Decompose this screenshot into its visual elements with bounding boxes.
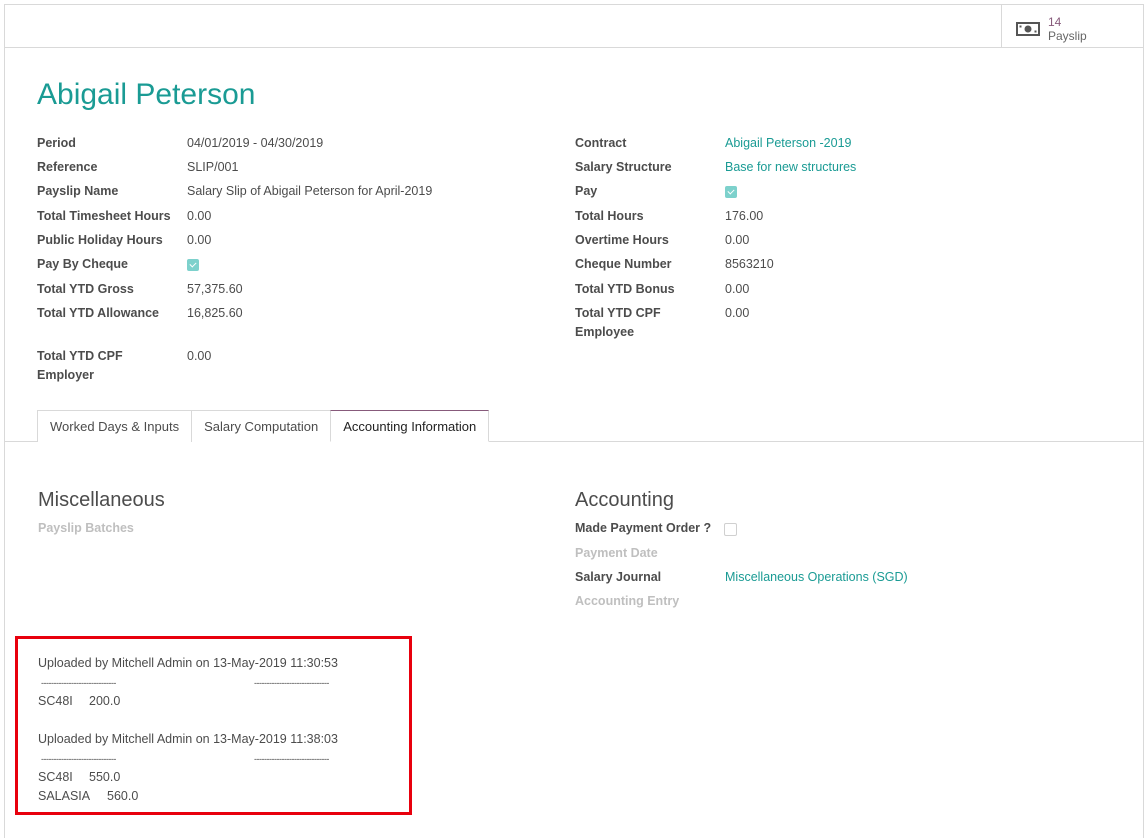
salary-structure-label: Salary Structure <box>575 160 672 174</box>
tab-salary-computation[interactable]: Salary Computation <box>191 410 332 442</box>
payslip-batches-label: Payslip Batches <box>38 521 134 535</box>
ytd-cpf-employee-value[interactable]: 0.00 <box>725 304 749 323</box>
tab-accounting-information[interactable]: Accounting Information <box>330 410 490 442</box>
total-hours-label: Total Hours <box>575 209 644 223</box>
upload-1-amount: 200.0 <box>89 694 121 708</box>
pay-by-cheque-label: Pay By Cheque <box>37 257 129 271</box>
separator-dashes: ------------------------------ <box>41 678 116 688</box>
payment-order-checkbox[interactable] <box>724 523 737 536</box>
upload-2-code-1: SC48I <box>38 770 73 784</box>
ytd-allowance-label: Total YTD Allowance <box>37 306 160 320</box>
ytd-cpf-employee-label-line1: Total YTD CPF <box>575 306 661 320</box>
holiday-hours-label: Public Holiday Hours <box>37 233 163 247</box>
payslip-name-label: Payslip Name <box>37 184 119 198</box>
ytd-cpf-employee-label-line2: Employee <box>575 325 635 339</box>
upload-note-1: Uploaded by Mitchell Admin on 13-May-201… <box>38 656 338 670</box>
money-icon <box>1016 22 1040 36</box>
pay-label: Pay <box>575 184 598 198</box>
accounting-title: Accounting <box>575 489 674 511</box>
miscellaneous-title: Miscellaneous <box>38 489 165 511</box>
ytd-cpf-employer-value[interactable]: 0.00 <box>187 347 211 366</box>
ytd-gross-label: Total YTD Gross <box>37 282 134 296</box>
salary-journal-link[interactable]: Miscellaneous Operations (SGD) <box>725 568 908 587</box>
period-value[interactable]: 04/01/2019 - 04/30/2019 <box>187 134 323 153</box>
payment-date-label: Payment Date <box>575 546 658 560</box>
contract-link[interactable]: Abigail Peterson -2019 <box>725 134 851 153</box>
upload-2-amount-1: 550.0 <box>89 770 121 784</box>
upload-1-code: SC48I <box>38 694 73 708</box>
timesheet-hours-value[interactable]: 0.00 <box>187 207 211 226</box>
salary-journal-label: Salary Journal <box>575 570 662 584</box>
ytd-allowance-value[interactable]: 16,825.60 <box>187 304 243 323</box>
ytd-bonus-label: Total YTD Bonus <box>575 282 675 296</box>
cheque-number-label: Cheque Number <box>575 257 672 271</box>
ytd-bonus-value[interactable]: 0.00 <box>725 280 749 299</box>
employee-name-title: Abigail Peterson <box>37 78 256 111</box>
payment-order-label: Made Payment Order ? <box>575 521 712 535</box>
period-label: Period <box>37 136 76 150</box>
ytd-gross-value[interactable]: 57,375.60 <box>187 280 243 299</box>
separator-dashes: ------------------------------ <box>254 754 329 764</box>
separator-dashes: ------------------------------ <box>254 678 329 688</box>
pay-checkbox[interactable] <box>725 186 737 198</box>
upload-note-2: Uploaded by Mitchell Admin on 13-May-201… <box>38 732 338 746</box>
payslip-label: Payslip <box>1048 29 1087 43</box>
overtime-hours-value[interactable]: 0.00 <box>725 231 749 250</box>
salary-structure-link[interactable]: Base for new structures <box>725 158 856 177</box>
tab-worked-days-inputs[interactable]: Worked Days & Inputs <box>37 410 193 442</box>
button-box: 14 Payslip <box>5 5 1143 48</box>
accounting-entry-label: Accounting Entry <box>575 594 680 608</box>
reference-label: Reference <box>37 160 98 174</box>
timesheet-hours-label: Total Timesheet Hours <box>37 209 171 223</box>
holiday-hours-value[interactable]: 0.00 <box>187 231 211 250</box>
ytd-cpf-employer-label-line1: Total YTD CPF <box>37 349 123 363</box>
payslip-name-value[interactable]: Salary Slip of Abigail Peterson for Apri… <box>187 182 432 201</box>
contract-label: Contract <box>575 136 627 150</box>
payslip-smart-button[interactable]: 14 Payslip <box>1001 5 1143 48</box>
upload-2-amount-2: 560.0 <box>107 789 139 803</box>
ytd-cpf-employer-label-line2: Employer <box>37 368 94 382</box>
overtime-hours-label: Overtime Hours <box>575 233 669 247</box>
total-hours-value[interactable]: 176.00 <box>725 207 763 226</box>
upload-2-code-2: SALASIA <box>38 789 91 803</box>
separator-dashes: ------------------------------ <box>41 754 116 764</box>
notebook-tabs: Worked Days & Inputs Salary Computation … <box>37 410 490 442</box>
reference-value[interactable]: SLIP/001 <box>187 158 238 177</box>
pay-by-cheque-checkbox[interactable] <box>187 259 199 271</box>
cheque-number-value[interactable]: 8563210 <box>725 255 774 274</box>
payslip-count: 14 <box>1048 15 1062 29</box>
